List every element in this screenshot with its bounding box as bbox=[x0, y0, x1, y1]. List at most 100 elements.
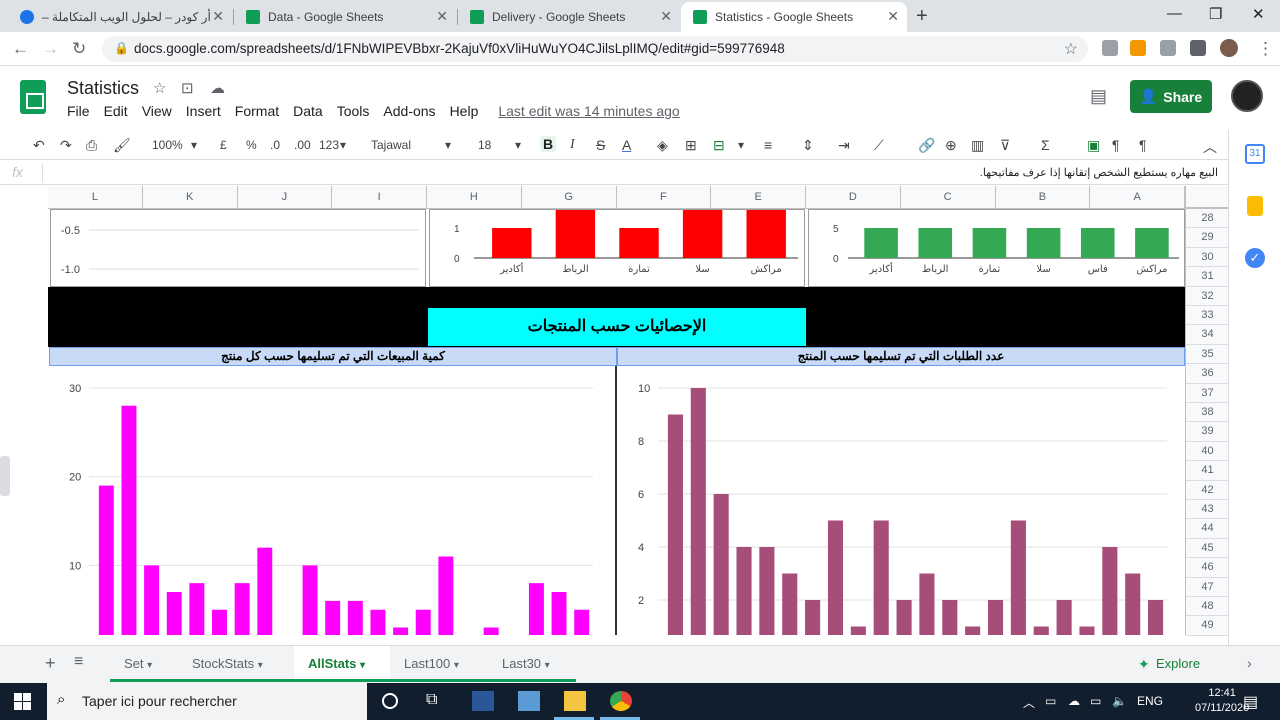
reload-icon[interactable]: ↻ bbox=[72, 39, 86, 59]
row-header-43[interactable]: 43 bbox=[1186, 500, 1229, 520]
font-select[interactable]: Tajawal bbox=[371, 138, 411, 152]
puzzle-extension-icon[interactable] bbox=[1190, 40, 1206, 56]
menu-tools[interactable]: Tools bbox=[337, 103, 370, 121]
bookmark-star-icon[interactable]: ☆ bbox=[1064, 39, 1078, 59]
app-icon-monitor[interactable] bbox=[518, 691, 540, 711]
filter-icon[interactable]: ⊽ bbox=[1000, 137, 1010, 154]
paragraph-ltr-icon[interactable]: ¶ bbox=[1112, 137, 1120, 153]
taskbar-search[interactable]: ⌕ Taper ici pour rechercher bbox=[47, 683, 367, 720]
chart-quantity-panel[interactable]: 10 20 30 bbox=[49, 366, 617, 655]
tray-chevron-icon[interactable]: ︿ bbox=[1023, 694, 1035, 711]
chart-panel-red-bars[interactable]: 0 1 أكادير الرباط تمارة سلا مراكش bbox=[429, 198, 805, 287]
share-button[interactable]: 👤 Share bbox=[1130, 80, 1212, 113]
row-header-41[interactable]: 41 bbox=[1186, 461, 1229, 481]
row-header-37[interactable]: 37 bbox=[1186, 384, 1229, 403]
italic-button[interactable]: I bbox=[570, 137, 575, 153]
font-size-select[interactable]: 18 bbox=[478, 138, 491, 152]
sheet-tab-last30[interactable]: Last30 ▾ bbox=[494, 646, 558, 682]
redo-icon[interactable]: ↷ bbox=[60, 137, 72, 154]
sheet-tab-allstats[interactable]: AllStats ▾ bbox=[294, 646, 390, 682]
sheet-tab-stockstats[interactable]: StockStats ▾ bbox=[184, 646, 271, 682]
select-all-corner[interactable] bbox=[1185, 186, 1228, 209]
browser-tab-statistics[interactable]: Statistics - Google Sheets ✕ bbox=[681, 2, 907, 32]
close-window-icon[interactable]: ✕ bbox=[1252, 5, 1265, 23]
formula-input[interactable]: البيع مهاره يستطيع الشخص إتقانها إذا عرف… bbox=[980, 166, 1218, 179]
decrease-decimal-button[interactable]: .0 bbox=[270, 138, 280, 152]
menu-help[interactable]: Help bbox=[450, 103, 479, 121]
close-tab-icon[interactable]: ✕ bbox=[887, 8, 899, 25]
file-explorer-icon[interactable] bbox=[564, 691, 586, 711]
column-header-e[interactable]: E bbox=[711, 186, 806, 209]
tray-cloud-icon[interactable]: ☁ bbox=[1068, 694, 1080, 708]
close-tab-icon[interactable]: ✕ bbox=[212, 8, 224, 25]
restore-icon[interactable]: ❐ bbox=[1209, 5, 1222, 23]
paragraph-rtl-icon[interactable]: ¶ bbox=[1139, 137, 1147, 153]
row-header-31[interactable]: 31 bbox=[1186, 267, 1229, 287]
section-title[interactable]: الإحصائيات حسب المنتجات bbox=[428, 308, 806, 346]
more-formats-button[interactable]: 123 bbox=[319, 138, 339, 152]
explore-button[interactable]: Explore bbox=[1132, 646, 1200, 682]
insert-chart-icon[interactable]: ▥ bbox=[971, 137, 984, 154]
row-header-32[interactable]: 32 bbox=[1186, 287, 1229, 306]
menu-edit[interactable]: Edit bbox=[104, 103, 128, 121]
vertical-align-icon[interactable]: ⇕ bbox=[802, 137, 814, 154]
taskbar-clock[interactable]: 12:41 07/11/2020 bbox=[1195, 686, 1249, 716]
text-rotate-icon[interactable]: ⟋ bbox=[874, 137, 884, 154]
row-header-35[interactable]: 35 bbox=[1186, 345, 1229, 365]
menu-file[interactable]: File bbox=[67, 103, 90, 121]
tray-volume-icon[interactable]: 🔈 bbox=[1112, 694, 1127, 708]
minimize-icon[interactable]: — bbox=[1167, 5, 1182, 22]
merge-cells-icon[interactable]: ⊟ bbox=[713, 137, 725, 154]
column-header-c[interactable]: C bbox=[901, 186, 996, 209]
account-avatar[interactable] bbox=[1231, 80, 1263, 112]
tray-language[interactable]: ENG bbox=[1137, 694, 1163, 708]
sheets-logo-icon[interactable] bbox=[20, 80, 46, 114]
row-header-44[interactable]: 44 bbox=[1186, 519, 1229, 539]
collapse-toolbar-icon[interactable]: ︿ bbox=[1203, 137, 1217, 157]
row-header-34[interactable]: 34 bbox=[1186, 325, 1229, 345]
camera-extension-icon[interactable] bbox=[1102, 40, 1118, 56]
app-icon-outlook[interactable] bbox=[472, 691, 494, 711]
drive-extension-icon[interactable] bbox=[1160, 40, 1176, 56]
fill-color-icon[interactable]: ◈ bbox=[657, 137, 668, 154]
undo-icon[interactable]: ↶ bbox=[33, 137, 45, 154]
zoom-select[interactable]: 100% bbox=[152, 138, 183, 152]
chart-orders-panel[interactable]: 2 4 6 8 10 bbox=[617, 366, 1185, 653]
collapse-panel-icon[interactable]: › bbox=[1247, 655, 1252, 671]
document-title[interactable]: Statistics bbox=[67, 78, 139, 99]
menu-insert[interactable]: Insert bbox=[186, 103, 221, 121]
back-icon[interactable]: ← bbox=[12, 39, 29, 59]
row-header-42[interactable]: 42 bbox=[1186, 481, 1229, 500]
close-tab-icon[interactable]: ✕ bbox=[660, 8, 672, 25]
bold-button[interactable]: B bbox=[540, 136, 557, 152]
print-icon[interactable]: ⎙ bbox=[86, 137, 97, 154]
task-view-icon[interactable]: ⧉ bbox=[426, 691, 437, 709]
calendar-icon[interactable]: 31 bbox=[1245, 144, 1265, 164]
cortana-icon[interactable] bbox=[382, 693, 398, 709]
row-header-39[interactable]: 39 bbox=[1186, 422, 1229, 442]
column-header-f[interactable]: F bbox=[617, 186, 712, 209]
row-header-29[interactable]: 29 bbox=[1186, 228, 1229, 248]
menu-addons[interactable]: Add-ons bbox=[383, 103, 435, 121]
column-header-k[interactable]: K bbox=[143, 186, 238, 209]
functions-icon[interactable]: Σ bbox=[1041, 137, 1050, 153]
menu-kebab-icon[interactable]: ⋮ bbox=[1257, 39, 1274, 59]
new-tab-icon[interactable]: + bbox=[916, 5, 928, 28]
row-header-48[interactable]: 48 bbox=[1186, 597, 1229, 617]
row-header-28[interactable]: 28 bbox=[1186, 209, 1229, 229]
currency-format-button[interactable]: £ bbox=[220, 138, 227, 152]
row-header-47[interactable]: 47 bbox=[1186, 578, 1229, 597]
comments-icon[interactable]: ▤ bbox=[1090, 86, 1107, 107]
chart-panel-line[interactable]: -0.5 -1.0 bbox=[50, 209, 426, 287]
sheet-tab-last100[interactable]: Last100 ▾ bbox=[396, 646, 467, 682]
column-header-g[interactable]: G bbox=[522, 186, 617, 209]
column-header-d[interactable]: D bbox=[806, 186, 901, 209]
close-tab-icon[interactable]: ✕ bbox=[436, 8, 448, 25]
windows-start-icon[interactable] bbox=[14, 693, 31, 710]
menu-format[interactable]: Format bbox=[235, 103, 279, 121]
menu-view[interactable]: View bbox=[142, 103, 172, 121]
row-header-46[interactable]: 46 bbox=[1186, 558, 1229, 578]
chart-header-orders[interactable]: عدد الطلبات التي تم تسليمها حسب المنتج bbox=[617, 347, 1185, 366]
chrome-icon[interactable] bbox=[610, 691, 632, 711]
add-sheet-icon[interactable]: + bbox=[45, 653, 56, 674]
